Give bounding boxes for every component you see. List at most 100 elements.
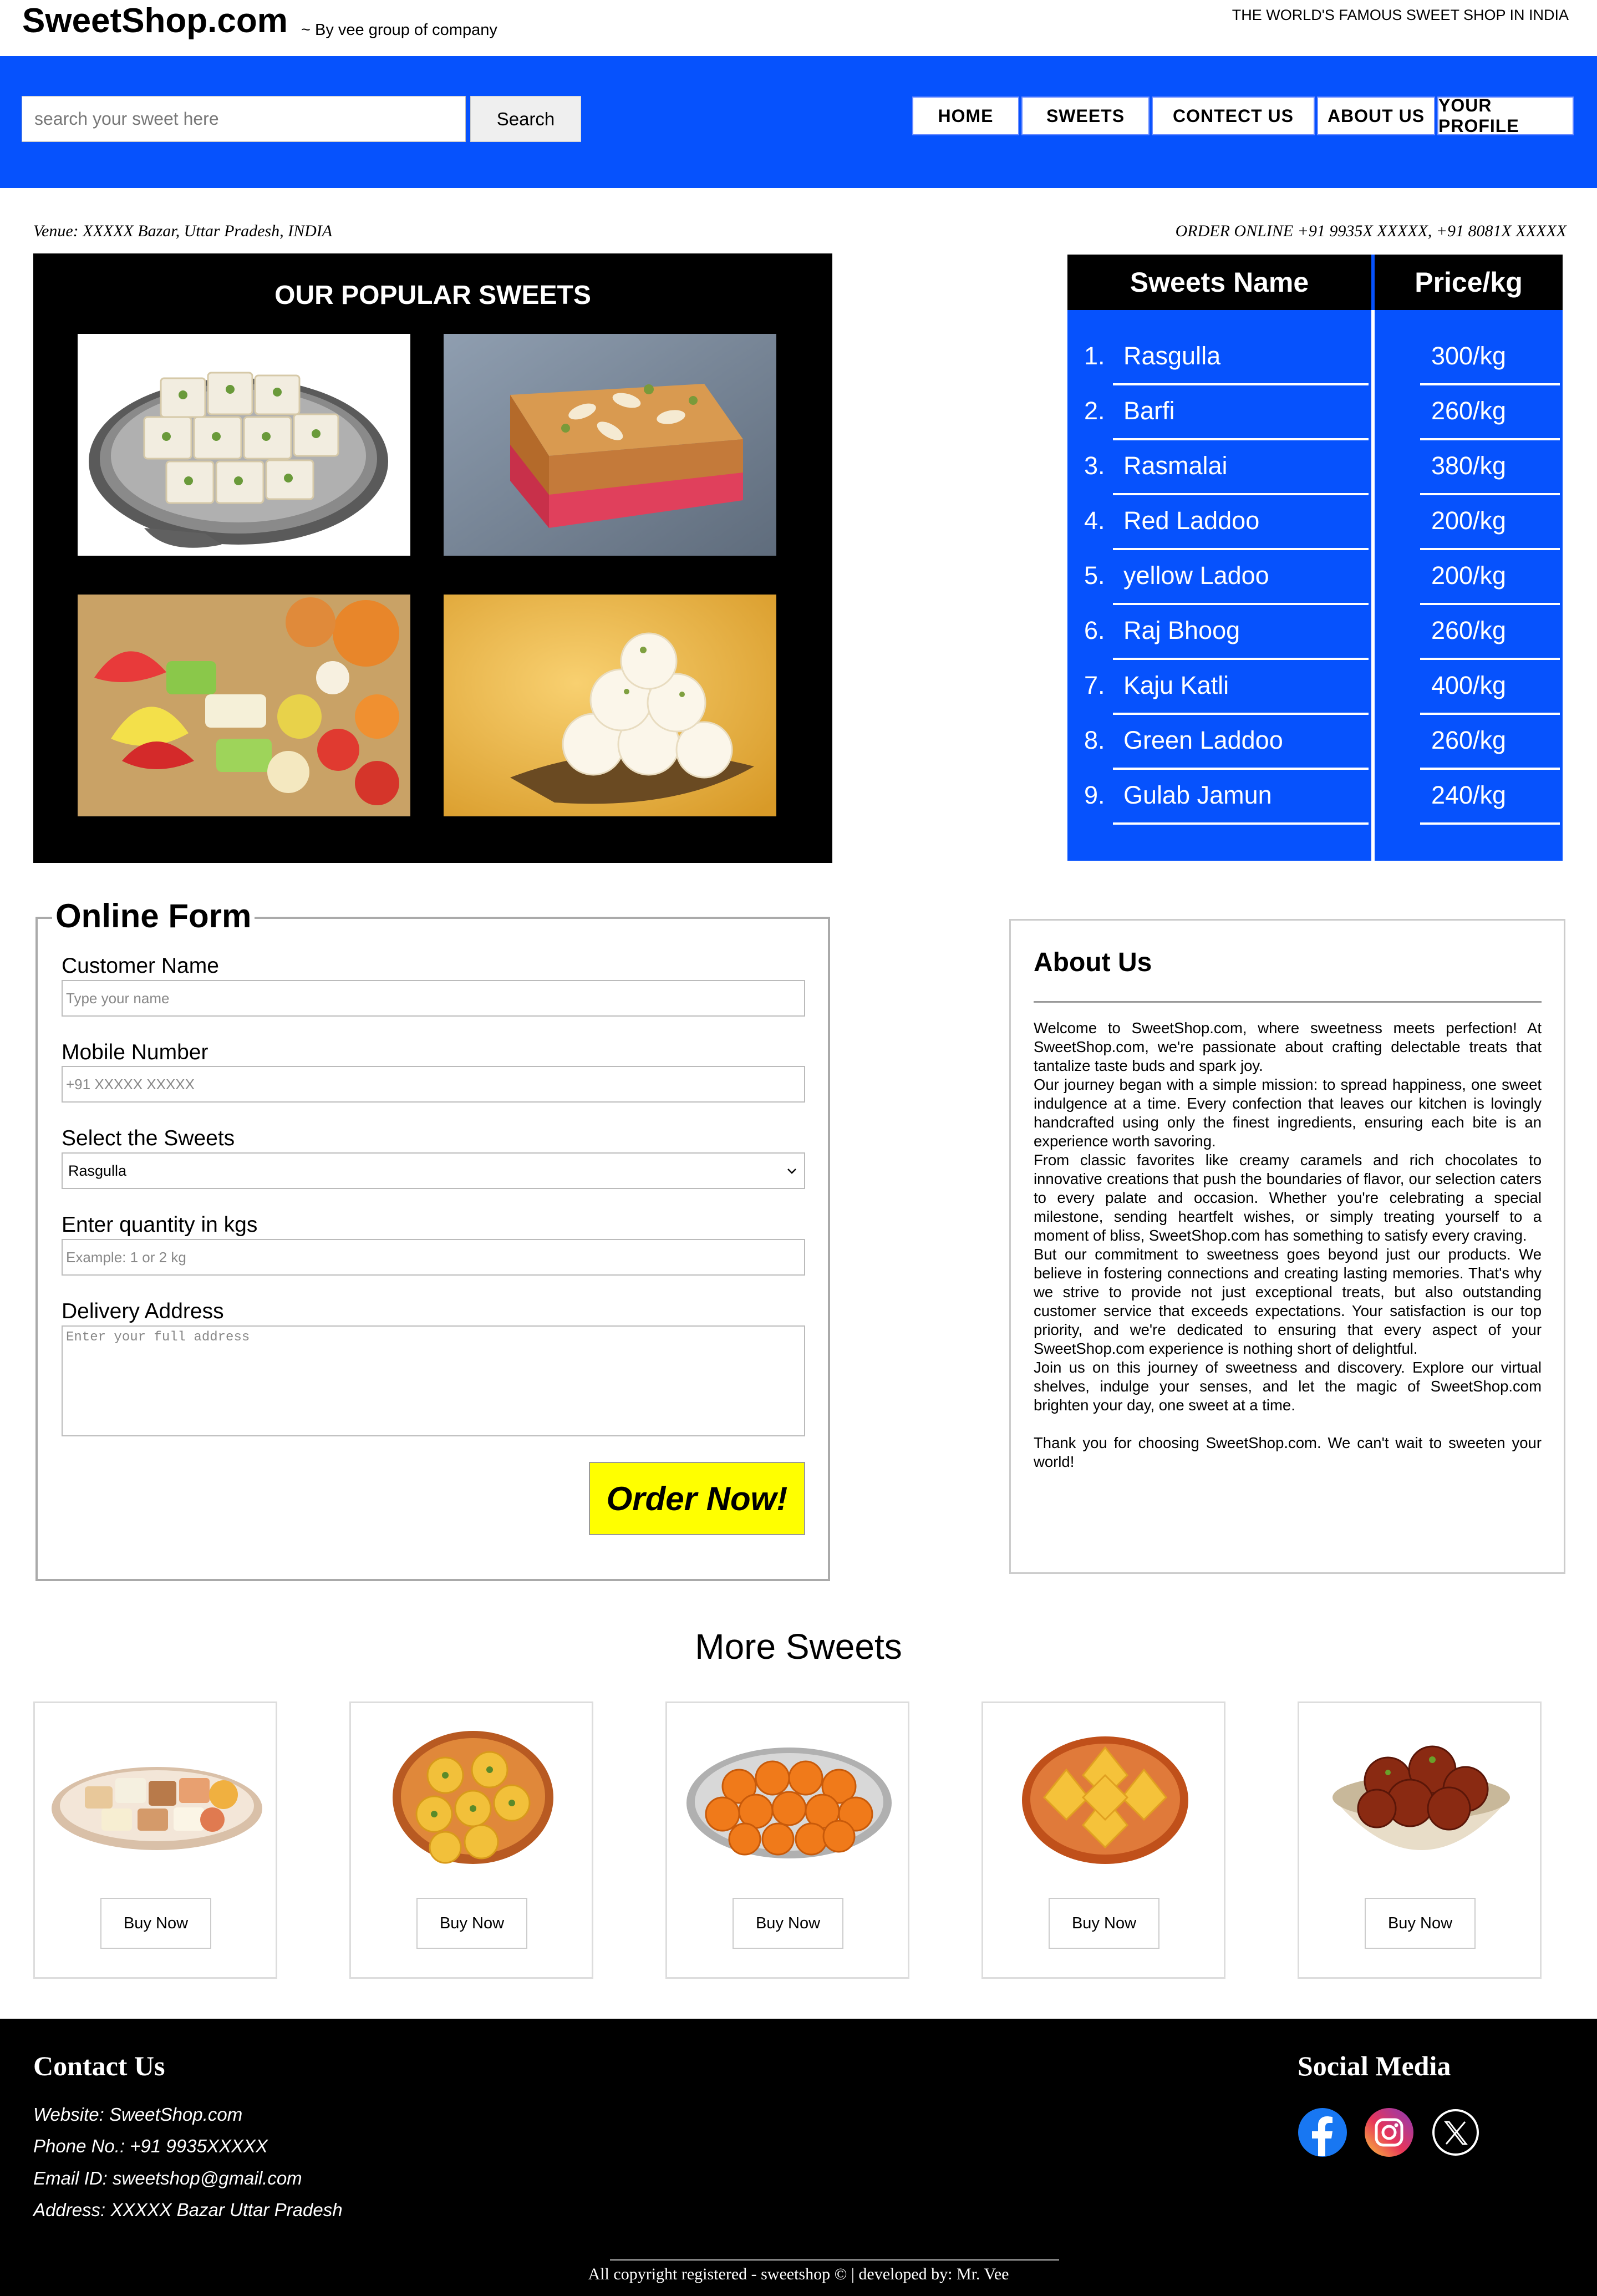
table-price-cell: 380/kg — [1375, 440, 1563, 495]
sweet-name: yellow Ladoo — [1123, 561, 1269, 590]
nav-home[interactable]: HOME — [912, 96, 1019, 135]
popular-sweets-panel: OUR POPULAR SWEETS — [33, 253, 832, 863]
about-us-panel: About Us Welcome to SweetShop.com, where… — [1009, 919, 1565, 1574]
sweet-card: Buy Now — [981, 1701, 1225, 1979]
contact-title: Contact Us — [33, 2050, 165, 2081]
table-price-cell: 260/kg — [1375, 605, 1563, 660]
delivery-address-label: Delivery Address — [62, 1299, 224, 1323]
sweet-card: Buy Now — [33, 1701, 277, 1979]
table-row: 2. Barfi — [1067, 385, 1371, 440]
select-sweets-label: Select the Sweets — [62, 1126, 235, 1150]
sweet-name: Kaju Katli — [1123, 671, 1229, 699]
table-header-price: Price/kg — [1375, 255, 1563, 310]
table-row: 1. Rasgulla — [1067, 331, 1371, 385]
site-byline: ~ By vee group of company — [301, 21, 497, 39]
table-price-cell: 200/kg — [1375, 550, 1563, 605]
buy-now-button[interactable]: Buy Now — [416, 1898, 527, 1949]
customer-name-input[interactable] — [62, 980, 805, 1017]
sweet-card: Buy Now — [349, 1701, 593, 1979]
table-price-cell: 260/kg — [1375, 385, 1563, 440]
kaju-katli-plate — [1022, 1736, 1188, 1864]
table-price-cell: 300/kg — [1375, 331, 1563, 385]
table-row: 3. Rasmalai — [1067, 440, 1371, 495]
cake-burfi-photo — [444, 334, 776, 556]
popular-sweets-title: OUR POPULAR SWEETS — [274, 281, 591, 310]
kesar-peda-plate — [393, 1731, 553, 1864]
about-text: Welcome to SweetShop.com, where sweetnes… — [1034, 1019, 1542, 1471]
quantity-input[interactable] — [62, 1239, 805, 1276]
table-row: 7. Kaju Katli — [1067, 660, 1371, 715]
sweet-name: Rasmalai — [1123, 451, 1228, 480]
instagram-icon[interactable] — [1364, 2107, 1414, 2157]
rasgulla-photo — [444, 595, 776, 816]
buy-now-button[interactable]: Buy Now — [733, 1898, 843, 1949]
social-media-title: Social Media — [1298, 2050, 1451, 2081]
nav-about-us[interactable]: ABOUT US — [1317, 96, 1435, 135]
contact-website[interactable]: Website: SweetShop.com — [33, 2104, 242, 2125]
quantity-label: Enter quantity in kgs — [62, 1213, 258, 1237]
venue-text: Venue: XXXXX Bazar, Uttar Pradesh, INDIA — [33, 222, 333, 240]
customer-name-label: Customer Name — [62, 954, 219, 978]
table-row: 8. Green Laddoo — [1067, 715, 1371, 770]
gulab-jamun-bowl — [1332, 1745, 1510, 1850]
mobile-number-label: Mobile Number — [62, 1040, 208, 1064]
buy-now-button[interactable]: Buy Now — [1049, 1898, 1159, 1949]
sweet-name: Red Laddoo — [1123, 506, 1260, 535]
delivery-address-input[interactable] — [62, 1325, 805, 1436]
contact-address: Address: XXXXX Bazar Uttar Pradesh — [33, 2200, 343, 2220]
sweet-name: Green Laddoo — [1123, 726, 1283, 754]
about-paragraph: Join us on this journey of sweetness and… — [1034, 1359, 1542, 1414]
order-now-button[interactable]: Order Now! — [589, 1462, 805, 1535]
about-paragraph: From classic favorites like creamy caram… — [1034, 1151, 1542, 1244]
table-header-name: Sweets Name — [1067, 255, 1371, 310]
header-bar: Search HOME SWEETS CONTECT US ABOUT US Y… — [0, 56, 1597, 188]
chevron-down-icon — [787, 1169, 796, 1174]
sweet-name: Barfi — [1123, 397, 1175, 425]
about-paragraph: Thank you for choosing SweetShop.com. We… — [1034, 1434, 1542, 1470]
about-paragraph: Welcome to SweetShop.com, where sweetnes… — [1034, 1019, 1542, 1074]
copyright-text: All copyright registered - sweetshop © |… — [588, 2265, 1009, 2283]
order-online-text: ORDER ONLINE +91 9935X XXXXX, +91 8081X … — [1175, 222, 1567, 240]
sweet-card: Buy Now — [1298, 1701, 1542, 1979]
table-row: 4. Red Laddoo — [1067, 495, 1371, 550]
sweet-name: Gulab Jamun — [1123, 781, 1272, 809]
sweets-select[interactable]: Rasgulla — [62, 1152, 805, 1189]
table-row: 9. Gulab Jamun — [1067, 770, 1371, 825]
about-title: About Us — [1034, 948, 1152, 977]
buy-now-button[interactable]: Buy Now — [100, 1898, 211, 1949]
motichoor-laddoo-plate — [686, 1748, 892, 1858]
assorted-sweets-photo — [78, 595, 410, 816]
buy-now-button[interactable]: Buy Now — [1365, 1898, 1476, 1949]
about-divider — [1034, 1001, 1542, 1003]
site-tagline: THE WORLD'S FAMOUS SWEET SHOP IN INDIA — [1232, 7, 1569, 23]
site-logo[interactable]: SweetShop.com — [22, 1, 288, 40]
sweet-name: Rasgulla — [1123, 342, 1221, 370]
search-input[interactable] — [22, 96, 466, 142]
mobile-number-input[interactable] — [62, 1066, 805, 1103]
form-legend: Online Form — [52, 897, 255, 935]
price-table: Sweets Name Price/kg 1. Rasgulla 300/kg 2… — [1067, 255, 1563, 861]
contact-phone[interactable]: Phone No.: +91 9935XXXXX — [33, 2136, 268, 2157]
footer: Contact Us Website: SweetShop.com Phone … — [0, 2019, 1597, 2296]
more-sweets-title: More Sweets — [695, 1627, 902, 1667]
mixed-sweets-plate — [52, 1767, 262, 1850]
about-paragraph: But our commitment to sweetness goes bey… — [1034, 1246, 1542, 1357]
about-paragraph: Our journey began with a simple mission:… — [1034, 1076, 1542, 1150]
table-row: 6. Raj Bhoog — [1067, 605, 1371, 660]
kalakand-photo — [78, 334, 410, 556]
sweets-select-value: Rasgulla — [68, 1162, 127, 1179]
table-price-cell: 400/kg — [1375, 660, 1563, 715]
x-icon[interactable] — [1431, 2107, 1481, 2157]
sweet-name: Raj Bhoog — [1123, 616, 1240, 644]
copyright-divider — [610, 2259, 1059, 2261]
nav-sweets[interactable]: SWEETS — [1021, 96, 1150, 135]
nav-contact-us[interactable]: CONTECT US — [1152, 96, 1315, 135]
table-row: 5. yellow Ladoo — [1067, 550, 1371, 605]
sweet-card: Buy Now — [665, 1701, 909, 1979]
table-price-cell: 260/kg — [1375, 715, 1563, 770]
nav-your-profile[interactable]: YOUR PROFILE — [1437, 95, 1574, 136]
contact-email[interactable]: Email ID: sweetshop@gmail.com — [33, 2168, 302, 2189]
table-price-cell: 240/kg — [1375, 770, 1563, 825]
facebook-icon[interactable] — [1298, 2107, 1347, 2157]
search-button[interactable]: Search — [470, 96, 581, 142]
